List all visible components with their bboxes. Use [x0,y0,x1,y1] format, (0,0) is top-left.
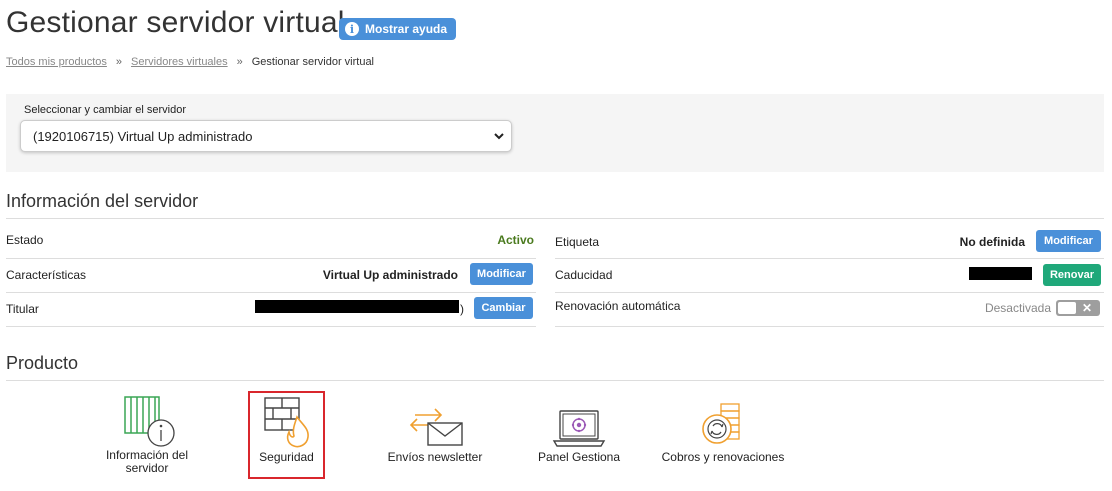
show-help-label: Mostrar ayuda [365,22,448,36]
estado-value: Activo [497,233,534,247]
laptop-panel-icon [552,410,606,447]
product-label: Panel Gestiona [537,450,621,464]
divider [6,218,1104,219]
redacted-titular [255,300,459,313]
breadcrumb-separator: » [236,56,243,68]
divider [6,258,536,259]
newsletter-icon [409,408,463,446]
renew-button[interactable]: Renovar [1043,264,1101,286]
etiqueta-label: Etiqueta [555,235,600,249]
divider [6,326,536,327]
breadcrumb: Todos mis productos » Servidores virtual… [6,56,374,68]
close-icon: ✕ [1082,301,1093,315]
product-billing[interactable]: Cobros y renovaciones [655,401,791,464]
product-label: Cobros y renovaciones [661,450,785,464]
change-owner-button[interactable]: Cambiar [474,297,533,319]
divider [555,326,1104,327]
product-security[interactable]: Seguridad [250,393,323,464]
billing-icon [702,403,740,444]
divider [6,380,1104,381]
divider [6,292,536,293]
titular-suffix: ) [460,302,464,316]
server-selector-label: Seleccionar y cambiar el servidor [24,104,187,116]
caducidad-label: Caducidad [555,268,613,282]
product-server-info[interactable]: Información del servidor [97,393,197,475]
toggle-knob [1058,302,1076,314]
breadcrumb-separator: » [115,56,123,68]
firewall-icon [263,397,309,448]
modify-label-button[interactable]: Modificar [1036,230,1101,252]
product-panel-gestiona[interactable]: Panel Gestiona [530,405,628,464]
product-newsletter[interactable]: Envíos newsletter [380,401,490,464]
product-title: Producto [6,353,79,373]
server-info-icon [124,396,175,447]
redacted-expiry [969,267,1032,280]
breadcrumb-current: Gestionar servidor virtual [251,56,375,68]
titular-label: Titular [6,302,39,316]
etiqueta-value: No definida [959,235,1025,249]
info-icon: i [345,22,359,36]
divider [555,292,1104,293]
modify-features-button[interactable]: Modificar [470,263,533,285]
server-select[interactable]: (1920106715) Virtual Up administrado [20,120,512,152]
chevron-down-icon [494,133,504,140]
product-label: servidor [125,461,169,475]
renovacion-label: Renovación automática [555,299,681,313]
divider [555,258,1104,259]
renovacion-value: Desactivada [984,301,1051,315]
server-selector-panel: Seleccionar y cambiar el servidor (19201… [6,94,1104,172]
product-label: Envíos newsletter [387,450,483,464]
page-title: Gestionar servidor virtual [6,6,345,39]
show-help-button[interactable]: i Mostrar ayuda [339,18,457,40]
auto-renew-toggle[interactable]: ✕ [1056,300,1100,316]
estado-label: Estado [6,233,44,247]
caracteristicas-label: Características [6,268,87,282]
server-select-value: (1920106715) Virtual Up administrado [33,128,253,144]
caracteristicas-value: Virtual Up administrado [322,268,458,282]
breadcrumb-virtual-servers[interactable]: Servidores virtuales [131,56,228,68]
breadcrumb-all-products[interactable]: Todos mis productos [6,56,107,68]
server-info-title: Información del servidor [6,191,199,211]
product-label: Seguridad [259,450,314,464]
